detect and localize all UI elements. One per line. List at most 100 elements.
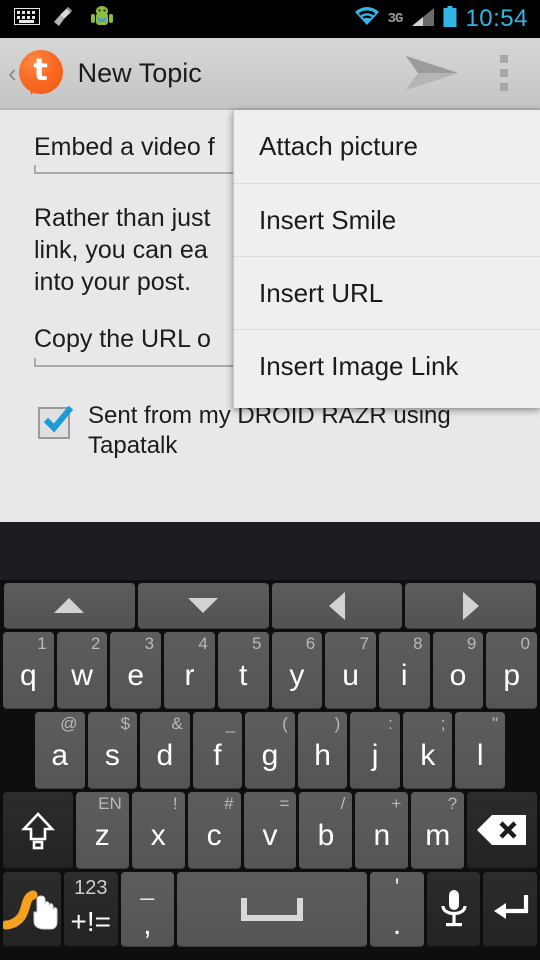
key-alt-label: (	[282, 714, 288, 733]
key-w[interactable]: 2 w	[56, 632, 108, 709]
key-label: l	[476, 739, 484, 772]
key-label: s	[104, 739, 120, 772]
key-alt-label: EN	[98, 794, 122, 813]
key-e[interactable]: 3 e	[110, 632, 162, 709]
key-label: x	[150, 819, 166, 852]
comma-key-label: ,	[143, 908, 152, 941]
key-alt-label: 3	[144, 634, 155, 653]
symbols-key-bottom: +!=	[70, 906, 112, 937]
key-r[interactable]: 4 r	[164, 632, 215, 709]
key-label: o	[449, 659, 467, 692]
arrow-up-key[interactable]	[4, 583, 135, 629]
key-label: d	[156, 739, 174, 772]
status-bar-notifications	[0, 5, 114, 34]
broom-icon	[53, 6, 77, 33]
key-q[interactable]: 1 q	[2, 632, 54, 709]
key-alt-label: :	[388, 714, 393, 733]
key-alt-label: &	[171, 714, 183, 733]
key-f[interactable]: _ f	[192, 712, 243, 789]
tapatalk-logo-icon[interactable]: t	[18, 50, 65, 96]
overflow-menu-button[interactable]	[468, 37, 540, 109]
menu-item-insert-url[interactable]: Insert URL	[234, 256, 540, 329]
status-bar-clock: 10:54	[465, 5, 528, 32]
key-d[interactable]: & d	[140, 712, 190, 789]
key-g[interactable]: ( g	[245, 712, 295, 789]
symbols-key[interactable]: 123 +!=	[64, 872, 118, 947]
send-button[interactable]	[396, 37, 468, 109]
overflow-dot	[500, 55, 508, 63]
key-alt-label: 6	[305, 634, 316, 653]
key-label: q	[19, 659, 37, 692]
signal-bars-icon	[410, 7, 435, 32]
network-type-label: 3G	[387, 11, 404, 27]
key-y[interactable]: 6 y	[271, 632, 323, 709]
key-alt-label: 7	[359, 634, 369, 653]
backspace-key[interactable]	[467, 792, 537, 869]
key-v[interactable]: = v	[243, 792, 297, 869]
microphone-key[interactable]	[426, 872, 481, 947]
key-k[interactable]: ; k	[402, 712, 453, 789]
key-t[interactable]: 5 t	[217, 632, 269, 709]
space-icon	[241, 898, 304, 921]
key-h[interactable]: ) h	[297, 712, 348, 789]
swipe-gesture-icon	[3, 890, 58, 930]
space-key[interactable]	[177, 872, 368, 947]
arrow-up-icon	[54, 598, 85, 613]
key-b[interactable]: / b	[299, 792, 353, 869]
signature-row[interactable]: Sent from my DROID RAZR using Tapatalk	[38, 401, 540, 461]
key-label: h	[314, 739, 331, 772]
key-alt-label: _	[225, 714, 236, 733]
soft-keyboard: 1 q 2 w 3 e 4 r 5 t 6 y 7 u 8 i 9 o 0 p …	[0, 580, 540, 960]
swipe-gesture-key[interactable]	[3, 872, 62, 947]
menu-item-insert-smile[interactable]: Insert Smile	[234, 183, 540, 256]
overflow-dot	[500, 69, 508, 77]
enter-key[interactable]	[483, 872, 537, 947]
key-z[interactable]: EN z	[75, 792, 129, 869]
symbols-key-top: 123	[74, 877, 108, 899]
key-alt-label: 8	[413, 634, 423, 653]
comma-key[interactable]: _ ,	[120, 872, 175, 947]
key-label: v	[262, 819, 278, 852]
key-j[interactable]: : j	[350, 712, 400, 789]
key-label: i	[400, 659, 408, 692]
key-a[interactable]: @ a	[34, 712, 85, 789]
key-alt-label: "	[491, 714, 499, 733]
shift-icon	[20, 812, 55, 850]
key-label: y	[289, 659, 305, 692]
key-i[interactable]: 8 i	[378, 632, 430, 709]
period-key[interactable]: ' .	[370, 872, 424, 947]
key-alt-label: #	[224, 794, 234, 813]
period-key-label: .	[392, 908, 402, 941]
checkmark-icon	[43, 405, 74, 432]
logo-letter: t	[33, 53, 48, 88]
menu-item-insert-image-link[interactable]: Insert Image Link	[234, 329, 540, 402]
arrow-left-key[interactable]	[271, 583, 403, 629]
arrow-right-key[interactable]	[405, 583, 536, 629]
key-p[interactable]: 0 p	[486, 632, 538, 709]
action-bar-actions	[396, 37, 540, 109]
microphone-icon	[441, 890, 467, 927]
key-u[interactable]: 7 u	[325, 632, 376, 709]
key-alt-label: 1	[37, 634, 47, 653]
key-x[interactable]: ! x	[131, 792, 185, 869]
key-s[interactable]: $ s	[87, 712, 138, 789]
android-robot-icon	[90, 5, 114, 34]
key-c[interactable]: # c	[187, 792, 241, 869]
overflow-dropdown-menu: Attach picture Insert Smile Insert URL I…	[233, 110, 540, 408]
key-alt-label: 5	[252, 634, 262, 653]
period-key-alt: '	[394, 874, 400, 901]
arrow-down-key[interactable]	[137, 583, 269, 629]
shift-key[interactable]	[3, 792, 73, 869]
key-m[interactable]: ? m	[411, 792, 465, 869]
back-chevron-icon[interactable]: ‹	[0, 60, 19, 86]
key-label: w	[71, 659, 93, 692]
key-alt-label: ?	[447, 794, 458, 813]
key-alt-label: @	[60, 714, 78, 733]
keyboard-icon	[14, 8, 40, 30]
menu-item-attach-picture[interactable]: Attach picture	[234, 110, 540, 183]
signature-checkbox[interactable]	[38, 405, 74, 439]
key-l[interactable]: " l	[455, 712, 506, 789]
key-n[interactable]: + n	[355, 792, 409, 869]
key-label: p	[503, 659, 520, 692]
key-o[interactable]: 9 o	[432, 632, 484, 709]
